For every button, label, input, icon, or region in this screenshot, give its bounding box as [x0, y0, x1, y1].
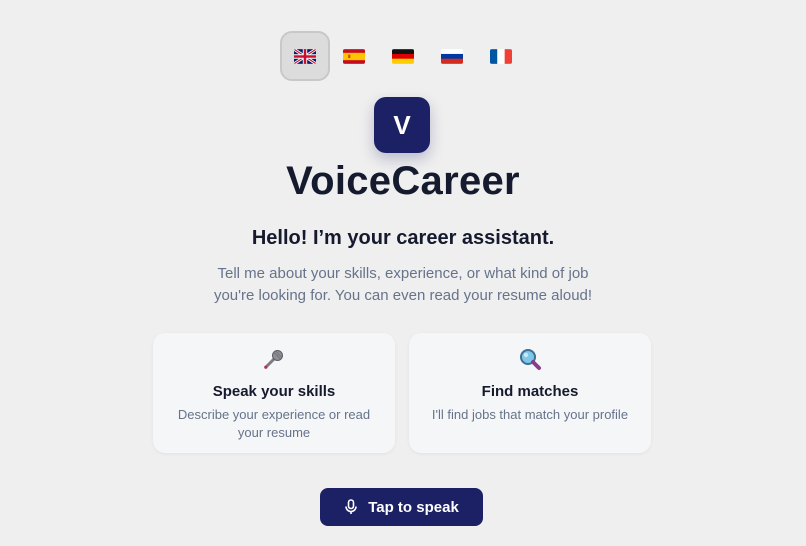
- language-button-de[interactable]: [378, 31, 428, 81]
- card-description: Describe your experience or read your re…: [177, 407, 371, 440]
- language-selector: [280, 31, 525, 81]
- language-button-fr[interactable]: [476, 31, 526, 81]
- app-title: VoiceCareer: [286, 159, 520, 203]
- tap-to-speak-label: Tap to speak: [368, 498, 459, 516]
- card-title: Find matches: [481, 383, 579, 400]
- uk-flag-icon: [294, 48, 316, 64]
- intro-text: Tell me about your skills, experience, o…: [213, 265, 593, 304]
- app-page: V VoiceCareer Hello! I’m your career ass…: [0, 0, 806, 546]
- app-logo: V: [374, 97, 430, 153]
- russia-flag-icon: [441, 48, 463, 64]
- france-flag-icon: [490, 48, 512, 64]
- microphone-icon: [264, 350, 283, 369]
- feature-card-speak-skills: Speak your skills Describe your experien…: [153, 333, 395, 453]
- magnifying-glass-icon: [520, 349, 541, 370]
- greeting-heading: Hello! I’m your career assistant.: [251, 227, 555, 249]
- language-button-es[interactable]: [329, 31, 379, 81]
- card-title: Speak your skills: [212, 383, 336, 400]
- feature-card-find-matches: Find matches I'll find jobs that match y…: [409, 333, 651, 453]
- card-description: I'll find jobs that match your profile: [431, 407, 629, 422]
- germany-flag-icon: [392, 48, 414, 64]
- tap-to-speak-button[interactable]: Tap to speak: [320, 488, 483, 526]
- language-button-en[interactable]: [280, 31, 330, 81]
- spain-flag-icon: [343, 48, 365, 64]
- mic-icon: [344, 499, 358, 515]
- language-button-ru[interactable]: [427, 31, 477, 81]
